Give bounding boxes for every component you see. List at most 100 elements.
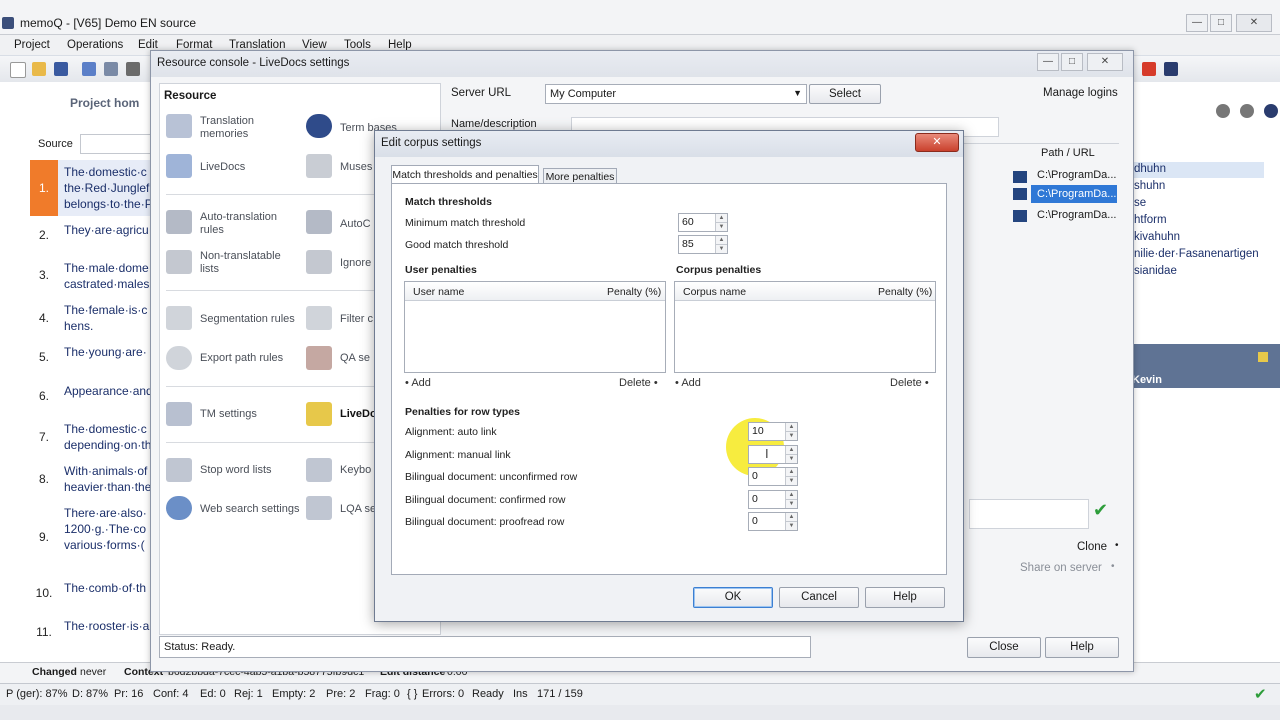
source-filter-input[interactable] xyxy=(80,134,152,154)
new-document-icon[interactable] xyxy=(10,62,26,78)
table-row[interactable]: The·female·is·c hens. xyxy=(64,302,150,334)
resource-ignore-lists[interactable]: Ignore xyxy=(340,257,371,270)
menu-project[interactable]: Project xyxy=(14,39,50,51)
delete-user-penalty-link[interactable]: Delete • xyxy=(619,377,658,389)
list-item[interactable]: htform xyxy=(1134,214,1167,226)
save-icon[interactable] xyxy=(54,62,68,76)
path-cell[interactable]: C:\ProgramDa... xyxy=(1037,169,1116,181)
resource-muses[interactable]: Muses xyxy=(340,161,372,174)
spin-up-icon[interactable]: ▲ xyxy=(785,513,797,521)
console-maximize-icon[interactable]: □ xyxy=(1061,53,1083,71)
corpus-penalties-table[interactable]: Corpus name Penalty (%) xyxy=(674,281,936,373)
table-row[interactable]: They·are·agricu xyxy=(64,222,150,238)
list-item[interactable]: dhuhn xyxy=(1134,163,1166,175)
dialog-close-icon[interactable]: ✕ xyxy=(915,133,959,152)
scan-icon[interactable]: ✔ xyxy=(1093,500,1108,521)
manual-link-penalty-stepper[interactable]: I ▲ ▼ xyxy=(748,445,798,464)
min-match-stepper[interactable]: 60 ▲ ▼ xyxy=(678,213,728,232)
user-name-column-header[interactable]: User name xyxy=(413,286,464,298)
proofread-row-penalty-stepper[interactable]: 0 ▲ ▼ xyxy=(748,512,798,531)
spin-up-icon[interactable]: ▲ xyxy=(715,214,727,222)
spin-down-icon[interactable]: ▼ xyxy=(785,521,797,530)
spin-down-icon[interactable]: ▼ xyxy=(785,476,797,485)
server-url-dropdown[interactable]: My Computer ▼ xyxy=(545,84,807,104)
project-home-tab[interactable]: Project hom xyxy=(70,96,139,110)
path-cell[interactable]: C:\ProgramDa... xyxy=(1037,188,1116,200)
minimize-icon[interactable]: — xyxy=(1186,14,1208,32)
good-match-stepper[interactable]: 85 ▲ ▼ xyxy=(678,235,728,254)
list-item[interactable]: sianidae xyxy=(1134,265,1177,277)
spin-down-icon[interactable]: ▼ xyxy=(785,499,797,508)
table-row[interactable]: With·animals·of heavier·than·the xyxy=(64,463,150,495)
path-cell[interactable]: C:\ProgramDa... xyxy=(1037,209,1116,221)
resource-tm-settings[interactable]: TM settings xyxy=(200,408,257,421)
resource-auto-translation-rules[interactable]: Auto-translation rules xyxy=(200,211,300,237)
close-icon[interactable]: ✕ xyxy=(1236,14,1272,32)
table-row[interactable]: The·male·dome castrated·males xyxy=(64,260,150,292)
resource-stop-word-lists[interactable]: Stop word lists xyxy=(200,464,272,477)
spin-up-icon[interactable]: ▲ xyxy=(785,446,797,454)
table-row[interactable]: The·young·are· xyxy=(64,344,150,360)
resource-lqa-settings[interactable]: LQA se xyxy=(340,503,376,516)
table-row[interactable]: Appearance·and xyxy=(64,383,150,399)
resource-livedocs-settings[interactable]: LiveDo xyxy=(340,408,377,421)
user-penalty-column-header[interactable]: Penalty (%) xyxy=(607,286,661,298)
table-row[interactable]: There·are·also· 1200·g.·The·co various·f… xyxy=(64,505,150,553)
spin-down-icon[interactable]: ▼ xyxy=(785,454,797,463)
resource-autocorrect[interactable]: AutoC xyxy=(340,218,371,231)
nav-forward-icon[interactable] xyxy=(1240,104,1254,118)
manage-logins-link[interactable]: Manage logins xyxy=(1043,87,1118,99)
auto-link-penalty-stepper[interactable]: 10 ▲ ▼ xyxy=(748,422,798,441)
help-globe-icon[interactable] xyxy=(1264,104,1278,118)
nav-back-icon[interactable] xyxy=(1216,104,1230,118)
spin-up-icon[interactable]: ▲ xyxy=(785,423,797,431)
table-row[interactable]: The·domestic·c depending·on·th xyxy=(64,421,150,453)
open-folder-icon[interactable] xyxy=(32,62,46,76)
resource-qa-settings[interactable]: QA se xyxy=(340,352,370,365)
sort-icon[interactable] xyxy=(104,62,118,76)
list-item[interactable]: nilie·der·Fasanenartigen xyxy=(1134,248,1259,260)
console-minimize-icon[interactable]: — xyxy=(1037,53,1059,71)
table-row[interactable]: The·comb·of·th xyxy=(64,580,150,596)
clone-link[interactable]: Clone xyxy=(1077,541,1107,553)
resource-livedocs[interactable]: LiveDocs xyxy=(200,161,245,174)
list-item[interactable]: shuhn xyxy=(1134,180,1165,192)
spin-up-icon[interactable]: ▲ xyxy=(715,236,727,244)
lock-icon[interactable] xyxy=(1164,62,1178,76)
select-server-button[interactable]: Select xyxy=(809,84,881,104)
resource-segmentation-rules[interactable]: Segmentation rules xyxy=(200,313,295,326)
resource-non-translatable-lists[interactable]: Non-translatable lists xyxy=(200,250,300,276)
import-icon[interactable] xyxy=(82,62,96,76)
share-on-server-link[interactable]: Share on server xyxy=(1020,562,1102,574)
edit-icon[interactable] xyxy=(126,62,140,76)
add-user-penalty-link[interactable]: • Add xyxy=(405,377,431,389)
menu-operations[interactable]: Operations xyxy=(67,39,123,51)
list-item[interactable]: kivahuhn xyxy=(1134,231,1180,243)
tab-match-thresholds[interactable]: Match thresholds and penalties xyxy=(391,165,539,185)
table-row[interactable]: The·domestic·c the·Red·Junglef belongs·t… xyxy=(64,164,150,212)
tools-icon[interactable] xyxy=(1142,62,1156,76)
confirmed-row-penalty-stepper[interactable]: 0 ▲ ▼ xyxy=(748,490,798,509)
unconfirmed-row-penalty-stepper[interactable]: 0 ▲ ▼ xyxy=(748,467,798,486)
resource-web-search-settings[interactable]: Web search settings xyxy=(200,503,299,516)
table-row[interactable]: The·rooster·is·a xyxy=(64,618,150,634)
close-button[interactable]: Close xyxy=(967,637,1041,658)
spin-up-icon[interactable]: ▲ xyxy=(785,491,797,499)
resource-export-path-rules[interactable]: Export path rules xyxy=(200,352,283,365)
cancel-button[interactable]: Cancel xyxy=(779,587,859,608)
delete-corpus-penalty-link[interactable]: Delete • xyxy=(890,377,929,389)
spin-down-icon[interactable]: ▼ xyxy=(715,222,727,231)
help-button[interactable]: Help xyxy=(1045,637,1119,658)
spin-down-icon[interactable]: ▼ xyxy=(785,431,797,440)
maximize-icon[interactable]: □ xyxy=(1210,14,1232,32)
ok-button[interactable]: OK xyxy=(693,587,773,608)
resource-filter-configurations[interactable]: Filter c xyxy=(340,313,373,326)
description-box[interactable] xyxy=(969,499,1089,529)
user-penalties-table[interactable]: User name Penalty (%) xyxy=(404,281,666,373)
spin-up-icon[interactable]: ▲ xyxy=(785,468,797,476)
list-item[interactable]: se xyxy=(1134,197,1146,209)
console-close-icon[interactable]: ✕ xyxy=(1087,53,1123,71)
add-corpus-penalty-link[interactable]: • Add xyxy=(675,377,701,389)
resource-translation-memories[interactable]: Translation memories xyxy=(200,115,300,141)
help-button[interactable]: Help xyxy=(865,587,945,608)
